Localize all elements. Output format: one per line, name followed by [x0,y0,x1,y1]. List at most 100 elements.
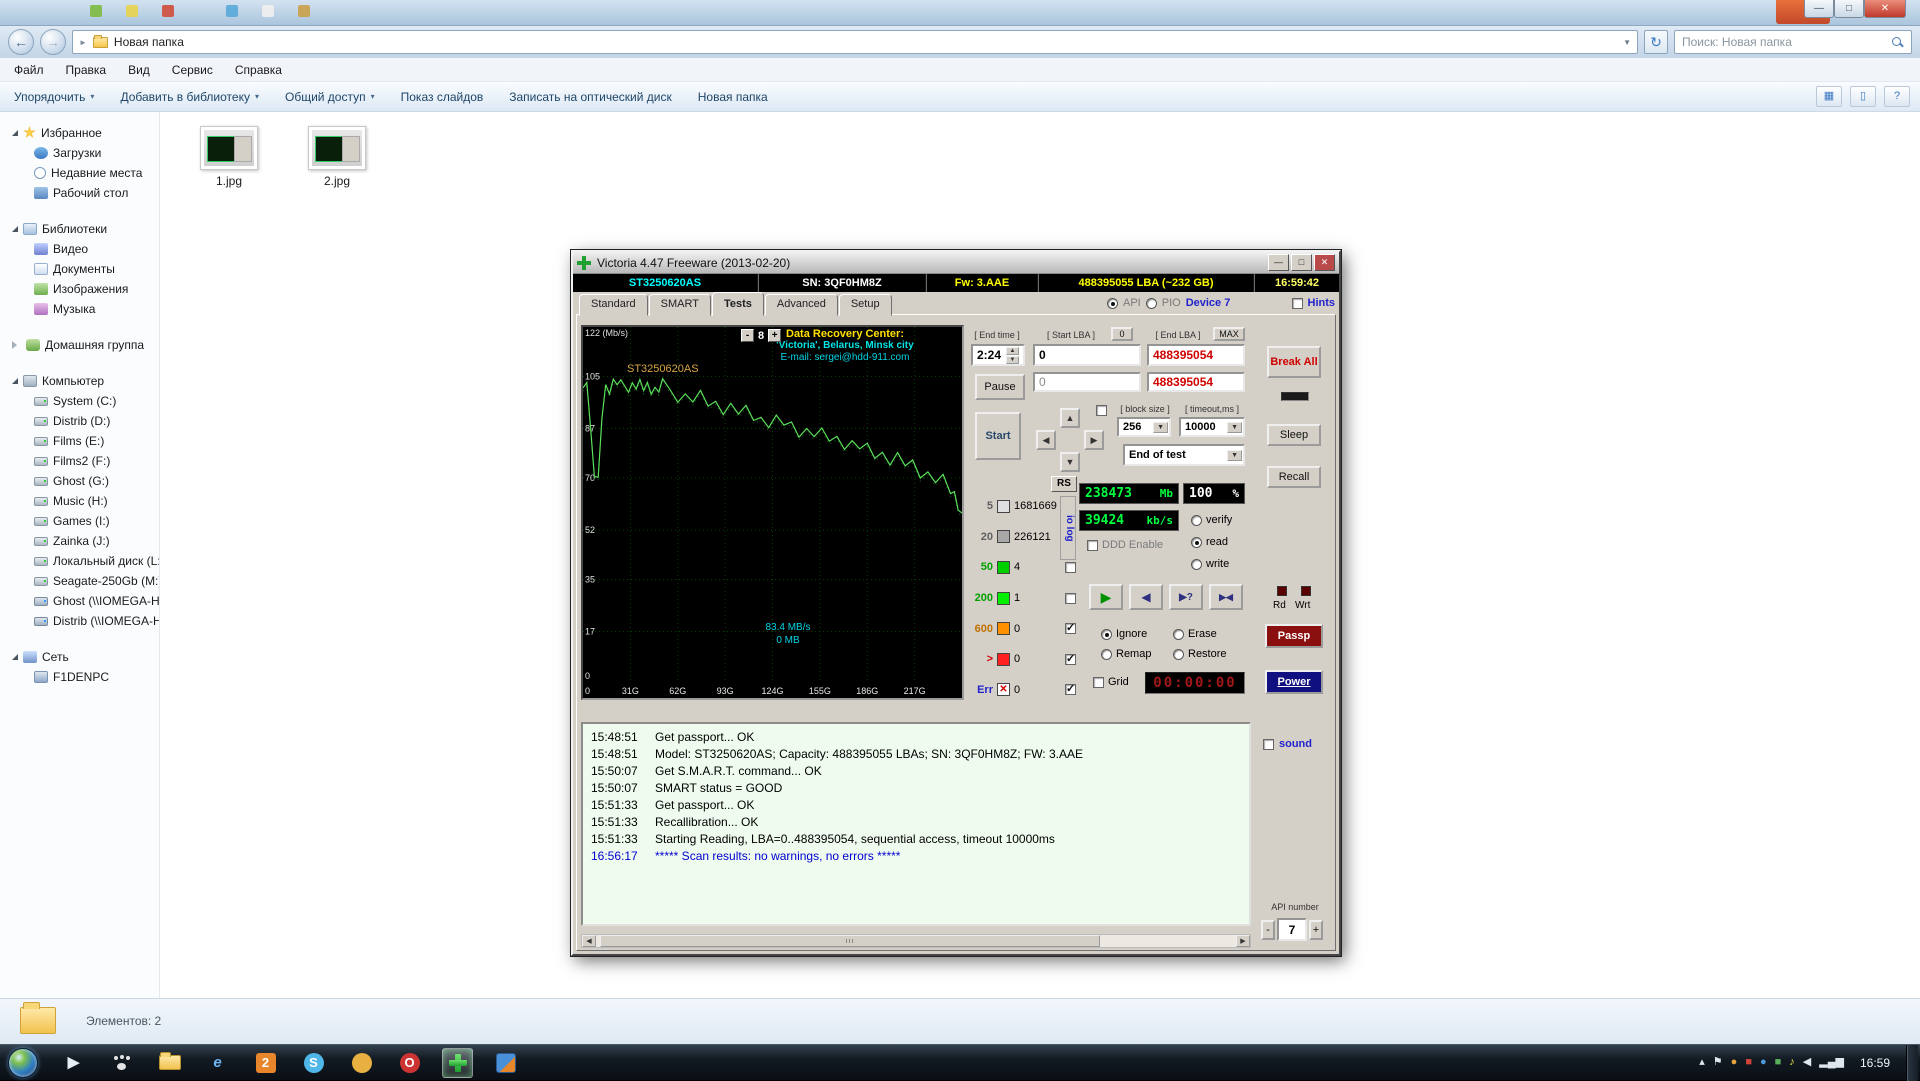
tab-advanced[interactable]: Advanced [765,294,838,316]
network-icon[interactable]: ▂▄▆ [1819,1057,1844,1068]
pause-button[interactable]: Pause [975,374,1025,400]
tray-music-icon[interactable]: ♪ [1789,1057,1795,1068]
sidebar-section-header[interactable]: Компьютер [0,370,159,391]
zoom-in-button[interactable]: + [768,329,781,342]
log-pane[interactable]: 15:48:51Get passport... OK15:48:51Model:… [581,722,1251,926]
tab-smart[interactable]: SMART [649,294,711,316]
app-2-icon[interactable]: 2 [250,1048,281,1078]
sidebar-item[interactable]: Games (I:) [0,511,159,531]
read-radio[interactable] [1191,537,1202,548]
grid-checkbox[interactable] [1093,677,1104,688]
break-all-button[interactable]: Break All [1267,346,1321,378]
sidebar-item[interactable]: Films2 (F:) [0,451,159,471]
sidebar-item[interactable]: F1DENPC [0,667,159,687]
scroll-left-button[interactable] [582,935,596,947]
sidebar-item[interactable]: Distrib (\\IOMEGA-H [0,611,159,631]
sidebar-item[interactable]: Zainka (J:) [0,531,159,551]
minimize-button[interactable] [1804,0,1834,18]
end-time-field[interactable]: 2:24 ▲▼ [971,344,1025,366]
tray-flag-icon[interactable]: ⚑ [1713,1057,1723,1068]
scroll-right-button[interactable] [1236,935,1250,947]
jump-button[interactable] [1209,584,1243,610]
expander-icon[interactable] [12,654,18,660]
maximize-button[interactable] [1291,254,1312,271]
sidebar-item[interactable]: Локальный диск (L: [0,551,159,571]
paw-app-icon[interactable] [106,1048,137,1078]
max-button[interactable]: MAX [1213,327,1245,341]
hidden-icons-button[interactable]: ▴ [1699,1057,1705,1068]
bin-checkbox[interactable] [1065,654,1076,665]
bin-checkbox[interactable] [1065,562,1076,573]
pio-radio[interactable] [1146,298,1157,309]
tab-tests[interactable]: Tests [712,292,764,316]
passport-button[interactable]: Passp [1265,624,1323,648]
sidebar-item[interactable]: Музыка [0,299,159,319]
maximize-button[interactable] [1834,0,1864,18]
forward-button[interactable] [40,29,66,55]
victoria-icon[interactable] [442,1048,473,1078]
menu-item[interactable]: Справка [235,63,282,77]
address-bar[interactable]: Новая папка [72,30,1638,54]
sidebar-section-header[interactable]: Сеть [0,646,159,667]
horizontal-scrollbar[interactable] [581,934,1251,948]
sidebar-item[interactable]: Ghost (G:) [0,471,159,491]
sleep-button[interactable]: Sleep [1267,424,1321,446]
arrow-down-button[interactable]: ▼ [1060,452,1080,472]
arrow-right-button[interactable]: ▶ [1084,430,1104,450]
api-increase-button[interactable]: + [1309,920,1323,940]
tab-standard[interactable]: Standard [579,294,648,316]
toolbar-button[interactable]: Общий доступ▾ [285,90,375,104]
sidebar-item[interactable]: Рабочий стол [0,183,159,203]
menu-item[interactable]: Вид [128,63,150,77]
write-radio[interactable] [1191,559,1202,570]
ddd-enable-checkbox[interactable] [1087,540,1098,551]
api-decrease-button[interactable]: - [1261,920,1275,940]
internet-explorer-icon[interactable]: e [202,1048,233,1078]
sidebar-item[interactable]: Видео [0,239,159,259]
volume-icon[interactable]: ◀ [1803,1057,1811,1068]
amber-app-icon[interactable] [346,1048,377,1078]
expander-icon[interactable] [12,341,21,349]
toolbar-button[interactable]: Новая папка [698,90,768,104]
start-lba-input[interactable]: 0 [1033,344,1141,366]
sidebar-item[interactable]: Изображения [0,279,159,299]
file-item[interactable]: 1.jpg [198,126,260,188]
block-size-combo[interactable]: 256 [1117,417,1171,437]
device-label[interactable]: Device 7 [1186,297,1231,309]
recall-button[interactable]: Recall [1267,466,1321,488]
option-checkbox[interactable] [1096,405,1107,416]
opera-icon[interactable]: O [394,1048,425,1078]
close-button[interactable] [1864,0,1906,18]
arrow-left-button[interactable]: ◀ [1036,430,1056,450]
tab-setup[interactable]: Setup [839,294,892,316]
tray-update-icon[interactable]: ● [1731,1057,1738,1068]
api-number-field[interactable]: 7 [1277,918,1307,941]
close-button[interactable] [1314,254,1335,271]
tray-app-blue-icon[interactable]: ● [1760,1057,1767,1068]
sidebar-section-header[interactable]: Домашняя группа [0,334,159,355]
tray-antivirus-icon[interactable]: ■ [1745,1057,1752,1068]
erase-radio[interactable] [1173,629,1184,640]
expander-icon[interactable] [12,130,18,136]
search-input[interactable]: Поиск: Новая папка [1674,30,1912,54]
sidebar-item[interactable]: System (C:) [0,391,159,411]
expander-icon[interactable] [12,378,18,384]
sidebar-item[interactable]: Загрузки [0,143,159,163]
remap-radio[interactable] [1101,649,1112,660]
bin-checkbox[interactable] [1065,593,1076,604]
sound-checkbox[interactable] [1263,739,1274,750]
toolbar-button[interactable]: Показ слайдов [401,90,484,104]
restore-radio[interactable] [1173,649,1184,660]
file-item[interactable]: 2.jpg [306,126,368,188]
sidebar-section-header[interactable]: Библиотеки [0,218,159,239]
scrollbar-thumb[interactable] [600,935,1100,947]
zero-button[interactable]: 0 [1111,327,1133,341]
rs-button[interactable]: RS [1051,476,1077,492]
bin-checkbox[interactable] [1065,684,1076,695]
arrow-up-button[interactable]: ▲ [1060,408,1080,428]
media-player-icon[interactable]: ▶ [58,1048,89,1078]
bin-checkbox[interactable] [1065,623,1076,634]
api-radio[interactable] [1107,298,1118,309]
show-desktop-button[interactable] [1906,1045,1918,1081]
sidebar-section-header[interactable]: Избранное [0,122,159,143]
